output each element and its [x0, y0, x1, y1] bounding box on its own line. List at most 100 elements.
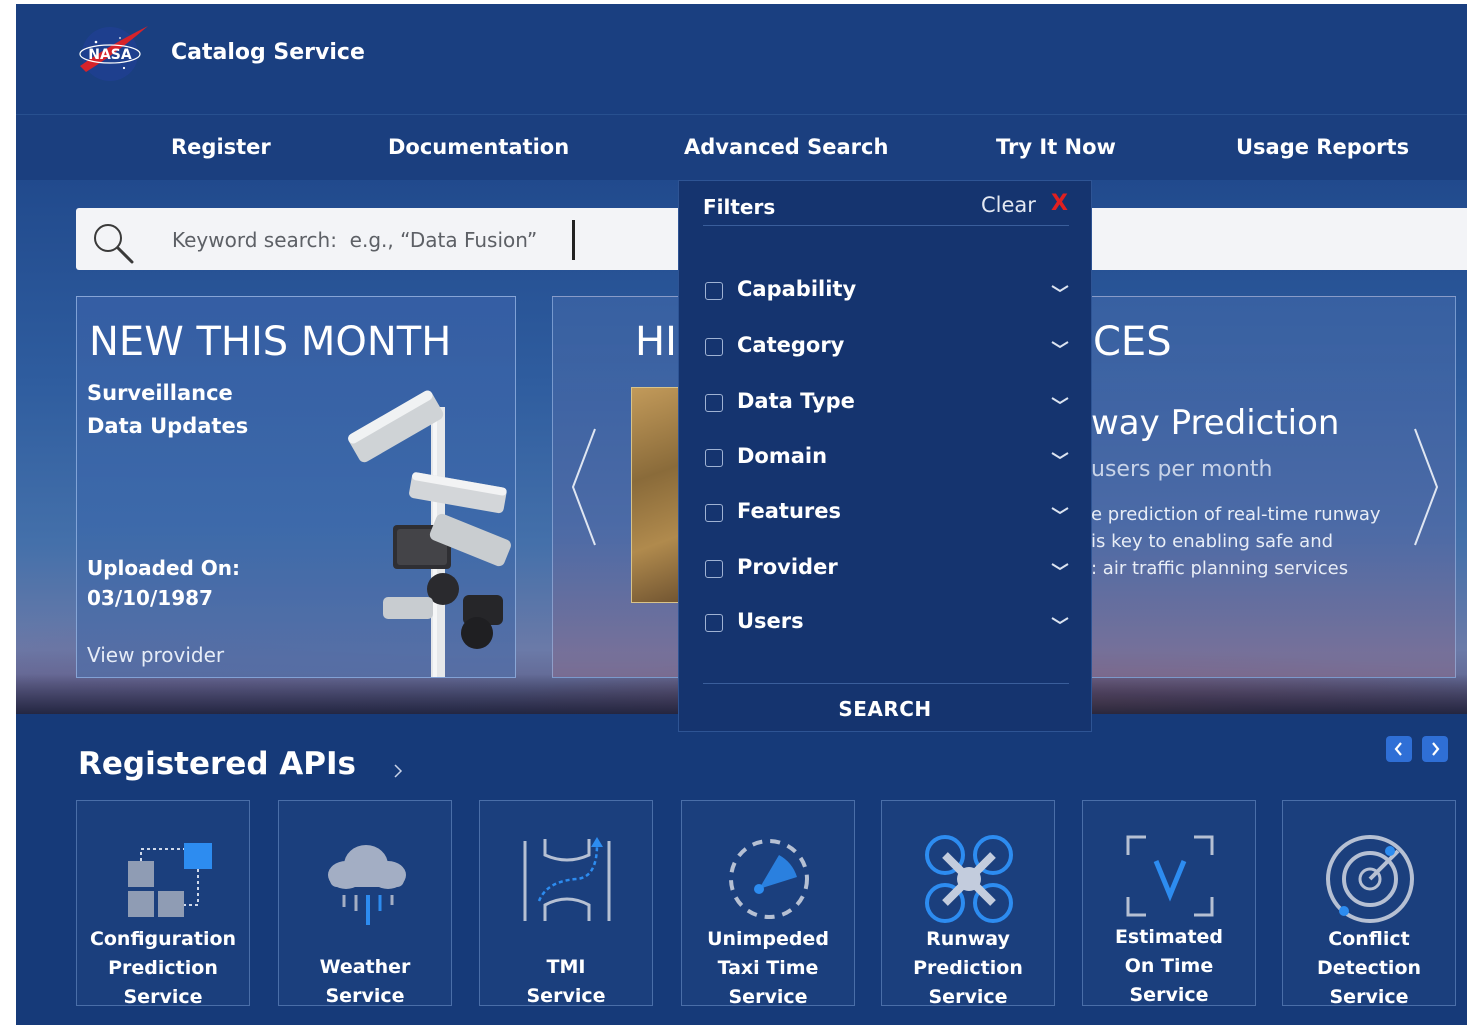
svg-text:NASA: NASA	[88, 47, 132, 63]
checkbox[interactable]	[705, 449, 723, 467]
api-tile-estimated-on-time[interactable]: Estimated On Time Service	[1082, 800, 1256, 1006]
highlighted-description: e prediction of real-time runway is key …	[1091, 501, 1431, 582]
api-tile-weather[interactable]: Weather Service	[278, 800, 452, 1007]
filter-features[interactable]: Features	[705, 499, 1069, 533]
new-this-month-title: NEW THIS MONTH	[89, 319, 452, 365]
filter-users[interactable]: Users	[705, 609, 1069, 643]
api-tile-configuration-prediction[interactable]: Configuration Prediction Service	[76, 800, 250, 1008]
app-title: Catalog Service	[171, 40, 365, 65]
api-tile-conflict-detection[interactable]: Conflict Detection Service	[1282, 800, 1456, 1008]
clear-filters-button[interactable]: Clear	[981, 193, 1036, 217]
api-tile-label: Unimpeded Taxi Time Service	[682, 925, 854, 1012]
api-label-line: Estimated	[1114, 926, 1224, 948]
nav-usage-reports[interactable]: Usage Reports	[1236, 135, 1409, 159]
checkbox[interactable]	[705, 614, 723, 632]
checkbox[interactable]	[705, 282, 723, 300]
chevron-left-icon	[1394, 742, 1402, 756]
api-tile-label: Configuration Prediction Service	[77, 925, 249, 1012]
api-tile-tmi[interactable]: TMI Service	[479, 800, 653, 1007]
carousel-next-icon[interactable]	[1409, 425, 1443, 549]
filters-dropdown: Filters Clear X Capability Category Data…	[678, 180, 1092, 732]
api-label-line: Weather	[319, 956, 411, 978]
api-label-line: Configuration	[89, 928, 237, 950]
checkbox[interactable]	[705, 394, 723, 412]
chevron-down-icon[interactable]	[1049, 337, 1071, 351]
highlighted-users: users per month	[1091, 457, 1273, 482]
api-tile-unimpeded-taxi-time[interactable]: Unimpeded Taxi Time Service	[681, 800, 855, 1008]
chevron-down-icon[interactable]	[1049, 393, 1071, 407]
api-tile-label: Conflict Detection Service	[1283, 925, 1455, 1012]
filter-label: Features	[737, 499, 841, 523]
text-caret	[572, 220, 575, 260]
api-label-line: Service	[928, 986, 1008, 1008]
description-line: e prediction of real-time runway	[1091, 504, 1381, 525]
highlighted-title-right: CES	[1093, 319, 1172, 365]
filter-label: Users	[737, 609, 804, 633]
tmi-route-icon	[523, 837, 611, 921]
surveillance-camera-icon	[348, 390, 511, 677]
app-frame: NASA Catalog Service Register Documentat…	[16, 4, 1467, 1025]
api-label-line: Service	[526, 985, 606, 1007]
nasa-logo-icon[interactable]: NASA	[74, 22, 150, 84]
nav-try-it-now[interactable]: Try It Now	[996, 135, 1116, 159]
chevron-down-icon[interactable]	[1049, 281, 1071, 295]
checkbox[interactable]	[705, 504, 723, 522]
api-label-line: Detection	[1316, 957, 1422, 979]
api-label-line: Prediction	[108, 957, 218, 979]
api-tile-runway-prediction[interactable]: Runway Prediction Service	[881, 800, 1055, 1008]
divider	[703, 225, 1069, 226]
api-label-line: Conflict	[1328, 928, 1410, 950]
uploaded-date: 03/10/1987	[87, 586, 213, 610]
divider	[703, 683, 1069, 684]
apis-next-button[interactable]	[1422, 736, 1448, 762]
api-label-line: Runway	[926, 928, 1010, 950]
checkbox[interactable]	[705, 560, 723, 578]
filter-data-type[interactable]: Data Type	[705, 389, 1069, 423]
api-label-line: Service	[123, 986, 203, 1008]
drone-icon	[925, 835, 1013, 923]
chevron-down-icon[interactable]	[1049, 559, 1071, 573]
nav-register[interactable]: Register	[171, 135, 271, 159]
api-label-line: On Time	[1124, 955, 1214, 977]
radar-icon	[1326, 835, 1414, 923]
main-nav: Register Documentation Advanced Search T…	[16, 114, 1467, 181]
apis-prev-button[interactable]	[1386, 736, 1412, 762]
chevron-right-icon[interactable]	[392, 762, 404, 780]
chevron-down-icon[interactable]	[1049, 613, 1071, 627]
checkbox[interactable]	[705, 338, 723, 356]
api-label-line: Service	[1329, 986, 1409, 1008]
api-label-line: Prediction	[913, 957, 1023, 979]
api-label-line: Service	[1129, 984, 1209, 1006]
api-label-line: Taxi Time	[717, 957, 819, 979]
filter-category[interactable]: Category	[705, 333, 1069, 367]
filter-provider[interactable]: Provider	[705, 555, 1069, 589]
description-line: is key to enabling safe and	[1091, 531, 1334, 552]
highlighted-service-name: way Prediction	[1091, 403, 1340, 443]
filter-capability[interactable]: Capability	[705, 277, 1069, 311]
chevron-down-icon[interactable]	[1049, 503, 1071, 517]
chevron-right-icon	[1432, 742, 1440, 756]
filters-title: Filters	[703, 195, 776, 219]
api-tile-label: Runway Prediction Service	[882, 925, 1054, 1012]
api-label-line: Service	[325, 985, 405, 1007]
filter-label: Provider	[737, 555, 838, 579]
uploaded-label: Uploaded On:	[87, 556, 241, 580]
filter-label: Data Type	[737, 389, 855, 413]
config-icon	[128, 843, 212, 917]
filter-domain[interactable]: Domain	[705, 444, 1069, 478]
uploaded-info: Uploaded On: 03/10/1987	[87, 553, 307, 613]
nav-documentation[interactable]: Documentation	[388, 135, 569, 159]
filter-label: Category	[737, 333, 845, 357]
view-provider-link[interactable]: View provider	[87, 643, 224, 667]
clear-x-icon[interactable]: X	[1051, 191, 1068, 216]
carousel-prev-icon[interactable]	[567, 425, 601, 549]
registered-apis-title: Registered APIs	[78, 746, 357, 782]
search-icon[interactable]	[90, 220, 136, 266]
api-tile-label: Weather Service	[279, 953, 451, 1011]
filter-label: Domain	[737, 444, 828, 468]
new-this-month-card[interactable]: NEW THIS MONTH Surveillance Data Updates…	[76, 296, 516, 678]
filters-search-button[interactable]: SEARCH	[679, 697, 1091, 721]
nav-advanced-search[interactable]: Advanced Search	[684, 135, 888, 159]
filter-label: Capability	[737, 277, 857, 301]
chevron-down-icon[interactable]	[1049, 448, 1071, 462]
